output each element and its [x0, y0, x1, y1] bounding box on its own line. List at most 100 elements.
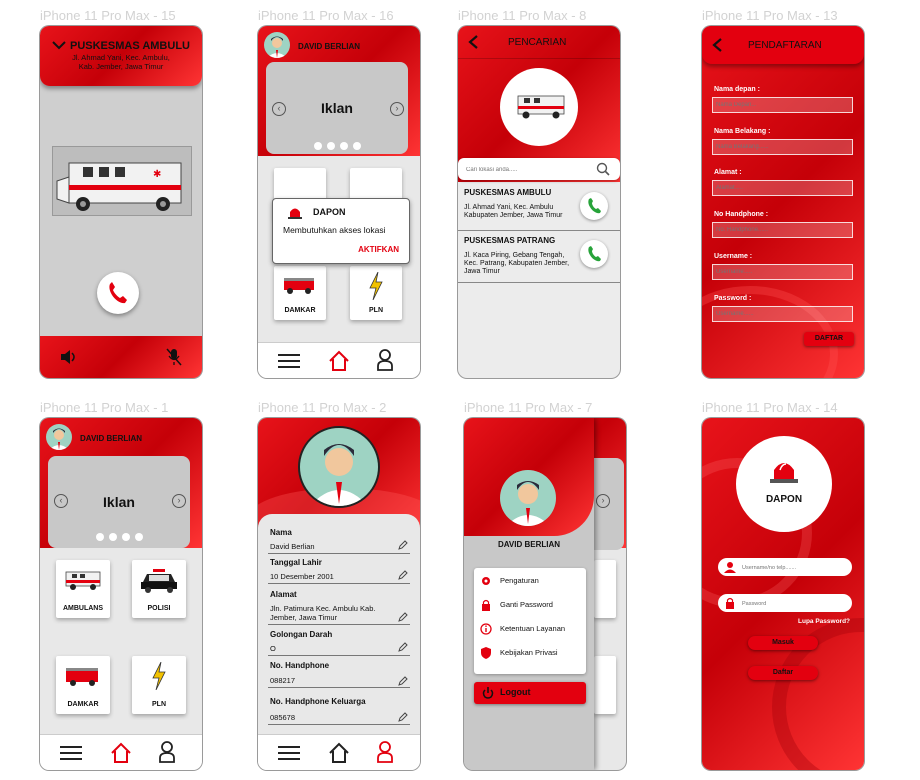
carousel-dot[interactable]: [327, 142, 335, 150]
divider: [268, 553, 410, 554]
profile-screen: Nama David Berlian Tanggal Lahir 10 Dese…: [258, 418, 420, 770]
search-icon[interactable]: [596, 162, 610, 176]
password-field[interactable]: [712, 306, 853, 322]
home-icon[interactable]: [328, 350, 350, 372]
pencil-icon[interactable]: [398, 570, 408, 580]
username-field[interactable]: [718, 558, 852, 576]
back-arrow-icon[interactable]: [468, 35, 478, 49]
service-label: POLISI: [147, 605, 171, 612]
service-card-ambulans[interactable]: AMBULANS: [56, 560, 110, 618]
logout-button[interactable]: Logout: [474, 682, 586, 704]
username-field[interactable]: [712, 264, 853, 280]
back-arrow-icon[interactable]: [712, 38, 722, 52]
forgot-password-link[interactable]: Lupa Password?: [798, 618, 850, 625]
result-address: Kabupaten Jember, Jawa Timur: [464, 212, 563, 219]
service-label: PLN: [152, 701, 166, 708]
username-input[interactable]: [740, 560, 848, 576]
avatar[interactable]: [264, 32, 290, 58]
menu-icon[interactable]: [278, 746, 300, 760]
frame-label: iPhone 11 Pro Max - 16: [258, 8, 394, 23]
home-icon[interactable]: [328, 742, 350, 764]
user-icon[interactable]: [376, 349, 394, 371]
chevron-right-icon[interactable]: ›: [390, 102, 404, 116]
call-result-button[interactable]: [580, 240, 608, 268]
result-item[interactable]: PUSKESMAS AMBULU Jl. Ahmad Yani, Kec. Am…: [458, 182, 620, 231]
profile-label: Tanggal Lahir: [270, 558, 322, 567]
carousel-dot[interactable]: [122, 533, 130, 541]
menu-label: Ketentuan Layanan: [500, 624, 566, 633]
carousel-dot[interactable]: [96, 533, 104, 541]
mic-off-icon[interactable]: [166, 348, 182, 366]
chevron-down-icon[interactable]: [52, 40, 66, 50]
service-card-damkar[interactable]: DAMKAR: [274, 266, 326, 320]
service-card-pln[interactable]: PLN: [132, 656, 186, 714]
menu-icon[interactable]: [278, 354, 300, 368]
menu-item-privacy[interactable]: Kebijakan Privasi: [474, 642, 570, 664]
bottom-nav: [464, 734, 626, 770]
user-icon: [724, 562, 736, 573]
speaker-icon[interactable]: [60, 350, 78, 364]
login-button[interactable]: Masuk: [748, 636, 818, 650]
shield-icon: [481, 647, 491, 659]
profile-value: 085678: [270, 713, 296, 722]
menu-label: Ganti Password: [500, 600, 553, 609]
pencil-icon[interactable]: [398, 642, 408, 652]
menu-label: Kebijakan Privasi: [500, 648, 558, 657]
menu-item-settings[interactable]: Pengaturan: [474, 570, 570, 592]
register-submit-button[interactable]: DAFTAR: [804, 332, 854, 346]
menu-icon[interactable]: [60, 746, 82, 760]
drawer-avatar[interactable]: [500, 470, 556, 526]
profile-label: No. Handphone: [270, 661, 330, 670]
first-name-field[interactable]: [712, 97, 853, 113]
last-name-field[interactable]: [712, 139, 853, 155]
register-screen: PENDAFTARAN Nama depan : Nama Belakang :…: [702, 26, 864, 378]
phone-field[interactable]: [712, 222, 853, 238]
service-card-polisi[interactable]: POLISI: [132, 560, 186, 618]
register-button[interactable]: Daftar: [748, 666, 818, 680]
lock-icon: [726, 597, 734, 609]
pencil-icon[interactable]: [398, 612, 408, 622]
search-input[interactable]: [464, 162, 588, 178]
carousel-dot[interactable]: [340, 142, 348, 150]
location-dialog: DAPON Membutuhkan akses lokasi AKTIFKAN: [272, 198, 410, 264]
menu-label: Pengaturan: [500, 576, 539, 585]
pencil-icon[interactable]: [398, 676, 408, 686]
user-icon[interactable]: [376, 741, 394, 763]
carousel-dot[interactable]: [109, 533, 117, 541]
login-screen: DAPON Lupa Password? Masuk Daftar: [702, 418, 864, 770]
password-field[interactable]: [718, 594, 852, 612]
field-label: Alamat :: [714, 169, 742, 176]
service-card-pln[interactable]: PLN: [350, 266, 402, 320]
result-address: Jl. Ahmad Yani, Kec. Ambulu: [464, 204, 554, 211]
call-button[interactable]: [97, 272, 139, 314]
profile-avatar[interactable]: [298, 426, 380, 508]
activate-button[interactable]: AKTIFKAN: [358, 245, 399, 254]
frame-label: iPhone 11 Pro Max - 2: [258, 400, 387, 415]
home-icon[interactable]: [110, 742, 132, 764]
user-icon[interactable]: [158, 741, 176, 763]
call-address-2: Kab. Jember, Jawa Timur: [78, 62, 164, 71]
pencil-icon[interactable]: [398, 540, 408, 550]
pencil-icon[interactable]: [398, 712, 408, 722]
call-screen: PUSKESMAS AMBULU Jl. Ahmad Yani, Kec. Am…: [40, 26, 202, 378]
avatar[interactable]: [46, 424, 72, 450]
call-title: PUSKESMAS AMBULU: [70, 40, 190, 52]
menu-item-terms[interactable]: Ketentuan Layanan: [474, 618, 570, 640]
result-address: Jawa Timur: [464, 268, 500, 275]
phone-icon: [588, 246, 601, 262]
carousel-dot[interactable]: [314, 142, 322, 150]
address-field[interactable]: [712, 180, 853, 196]
service-card: [594, 656, 616, 714]
chevron-left-icon[interactable]: ‹: [272, 102, 286, 116]
chevron-left-icon[interactable]: ‹: [54, 494, 68, 508]
carousel-dot[interactable]: [353, 142, 361, 150]
result-item[interactable]: PUSKESMAS PATRANG Jl. Kaca Piring, Geban…: [458, 230, 620, 283]
carousel-dot[interactable]: [135, 533, 143, 541]
fire-truck-icon: [66, 668, 98, 686]
lightning-icon: [152, 662, 166, 690]
menu-item-change-password[interactable]: Ganti Password: [474, 594, 570, 616]
service-card-damkar[interactable]: DAMKAR: [56, 656, 110, 714]
chevron-right-icon[interactable]: ›: [172, 494, 186, 508]
password-input[interactable]: [740, 596, 848, 612]
call-result-button[interactable]: [580, 192, 608, 220]
